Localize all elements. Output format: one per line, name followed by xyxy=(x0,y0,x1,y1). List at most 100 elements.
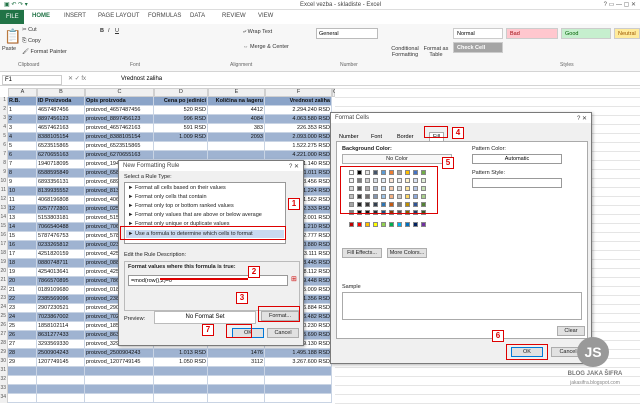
table-cell[interactable]: 7023867002 xyxy=(37,313,85,322)
table-cell[interactable] xyxy=(265,367,332,376)
tab-review[interactable]: REVIEW xyxy=(222,13,246,19)
table-cell[interactable]: 23 xyxy=(8,304,37,313)
wrap-text-button[interactable]: ⤶ Wrap Text xyxy=(243,29,272,36)
table-cell[interactable]: 591 RSD xyxy=(154,124,208,133)
column-header[interactable]: F xyxy=(265,88,332,97)
merge-center-button[interactable]: ⇔ Merge & Center xyxy=(243,44,289,50)
tab-page-layout[interactable]: PAGE LAYOUT xyxy=(98,13,139,19)
table-cell[interactable]: 7066540488 xyxy=(37,223,85,232)
table-cell[interactable]: 14 xyxy=(8,223,37,232)
row-header[interactable]: 10 xyxy=(0,178,8,187)
table-cell[interactable]: 4657462163 xyxy=(37,124,85,133)
paste-icon[interactable]: 📋 xyxy=(4,28,21,45)
tab-home[interactable]: HOME xyxy=(32,13,50,19)
table-cell[interactable]: proizvod_6270655163 xyxy=(85,151,154,160)
table-cell[interactable] xyxy=(37,367,85,376)
color-swatch[interactable] xyxy=(389,222,394,227)
fx-icon[interactable]: ✕ ✓ fx xyxy=(68,75,86,82)
table-cell[interactable] xyxy=(154,394,208,403)
table-cell[interactable]: 2.093.000 RSD xyxy=(265,133,332,142)
table-header-cell[interactable]: Cena po jedinici xyxy=(154,97,208,106)
table-cell[interactable]: 4068196808 xyxy=(37,196,85,205)
table-cell[interactable]: 2093 xyxy=(208,133,265,142)
table-cell[interactable]: 27 xyxy=(8,340,37,349)
row-header[interactable]: 34 xyxy=(0,394,8,403)
nfr-close-icon[interactable]: ? ✕ xyxy=(289,163,299,170)
copy-button[interactable]: ⎘ Copy xyxy=(22,38,41,45)
table-cell[interactable]: 22 xyxy=(8,295,37,304)
row-header[interactable]: 28 xyxy=(0,340,8,349)
table-cell[interactable] xyxy=(154,142,208,151)
table-cell[interactable]: 7866570895 xyxy=(37,277,85,286)
table-cell[interactable] xyxy=(208,394,265,403)
color-swatch[interactable] xyxy=(365,222,370,227)
table-cell[interactable] xyxy=(85,394,154,403)
table-cell[interactable]: 383 xyxy=(208,124,265,133)
table-cell[interactable] xyxy=(37,385,85,394)
row-header[interactable]: 27 xyxy=(0,331,8,340)
row-header[interactable]: 17 xyxy=(0,241,8,250)
table-cell[interactable]: 4 xyxy=(8,133,37,142)
conditional-formatting-button[interactable]: Conditional Formatting xyxy=(388,46,422,58)
pattern-color-select[interactable]: Automatic xyxy=(472,154,562,164)
table-cell[interactable]: 18 xyxy=(8,259,37,268)
table-cell[interactable]: 12 xyxy=(8,205,37,214)
column-header[interactable]: D xyxy=(154,88,208,97)
table-cell[interactable]: 6893356131 xyxy=(37,178,85,187)
row-header[interactable]: 24 xyxy=(0,304,8,313)
table-cell[interactable] xyxy=(8,394,37,403)
table-cell[interactable]: 29 xyxy=(8,358,37,367)
table-cell[interactable]: 8139935552 xyxy=(37,187,85,196)
row-header[interactable]: 25 xyxy=(0,313,8,322)
range-picker-icon[interactable]: ⊞ xyxy=(291,275,297,283)
tab-border[interactable]: Border xyxy=(397,134,414,140)
table-cell[interactable]: 0880748711 xyxy=(37,259,85,268)
color-swatch[interactable] xyxy=(381,222,386,227)
table-cell[interactable] xyxy=(154,367,208,376)
table-cell[interactable] xyxy=(8,385,37,394)
row-header[interactable]: 21 xyxy=(0,277,8,286)
table-cell[interactable]: 0233265812 xyxy=(37,241,85,250)
table-cell[interactable]: proizvod_4657462163 xyxy=(85,124,154,133)
table-cell[interactable]: 3112 xyxy=(208,358,265,367)
row-header[interactable]: 14 xyxy=(0,214,8,223)
column-header[interactable]: C xyxy=(85,88,154,97)
format-painter-button[interactable]: 🖌 Format Painter xyxy=(22,49,67,55)
table-cell[interactable]: 16 xyxy=(8,241,37,250)
number-format-select[interactable]: General xyxy=(316,28,378,39)
table-cell[interactable]: 6270655163 xyxy=(37,151,85,160)
table-cell[interactable]: 1940718095 xyxy=(37,160,85,169)
row-header[interactable]: 6 xyxy=(0,142,8,151)
row-header[interactable]: 19 xyxy=(0,259,8,268)
table-cell[interactable]: 17 xyxy=(8,250,37,259)
table-cell[interactable]: 4.221.000 RSD xyxy=(265,151,332,160)
row-header[interactable]: 22 xyxy=(0,286,8,295)
tab-file[interactable]: FILE xyxy=(0,10,24,24)
table-cell[interactable]: 2 xyxy=(8,115,37,124)
table-cell[interactable]: 4084 xyxy=(208,115,265,124)
formula-field[interactable]: =mod(row(),2)=0 xyxy=(128,275,288,286)
table-cell[interactable]: 3 xyxy=(8,124,37,133)
table-cell[interactable]: 520 RSD xyxy=(154,106,208,115)
tab-font[interactable]: Font xyxy=(371,134,382,140)
rule-type-item[interactable]: ► Format all cells based on their values xyxy=(128,185,226,191)
row-header[interactable]: 18 xyxy=(0,250,8,259)
table-cell[interactable]: 2385569096 xyxy=(37,295,85,304)
table-cell[interactable] xyxy=(8,376,37,385)
table-cell[interactable]: 4412 xyxy=(208,106,265,115)
table-cell[interactable]: 4251820159 xyxy=(37,250,85,259)
row-header[interactable]: 26 xyxy=(0,322,8,331)
row-header[interactable]: 32 xyxy=(0,376,8,385)
table-cell[interactable]: 6 xyxy=(8,151,37,160)
table-cell[interactable]: 1.050 RSD xyxy=(154,358,208,367)
table-header-cell[interactable]: Opis proizvoda xyxy=(85,97,154,106)
color-swatch[interactable] xyxy=(373,222,378,227)
window-controls[interactable]: ? ▭ — ▢ ✕ xyxy=(604,1,636,8)
table-cell[interactable] xyxy=(8,367,37,376)
table-cell[interactable]: 1858102114 xyxy=(37,322,85,331)
table-header-cell[interactable]: Vrednost zaliha xyxy=(265,97,332,106)
row-header[interactable]: 16 xyxy=(0,232,8,241)
rule-type-item[interactable]: ► Format only top or bottom ranked value… xyxy=(128,203,234,209)
table-cell[interactable] xyxy=(37,376,85,385)
table-cell[interactable] xyxy=(85,376,154,385)
